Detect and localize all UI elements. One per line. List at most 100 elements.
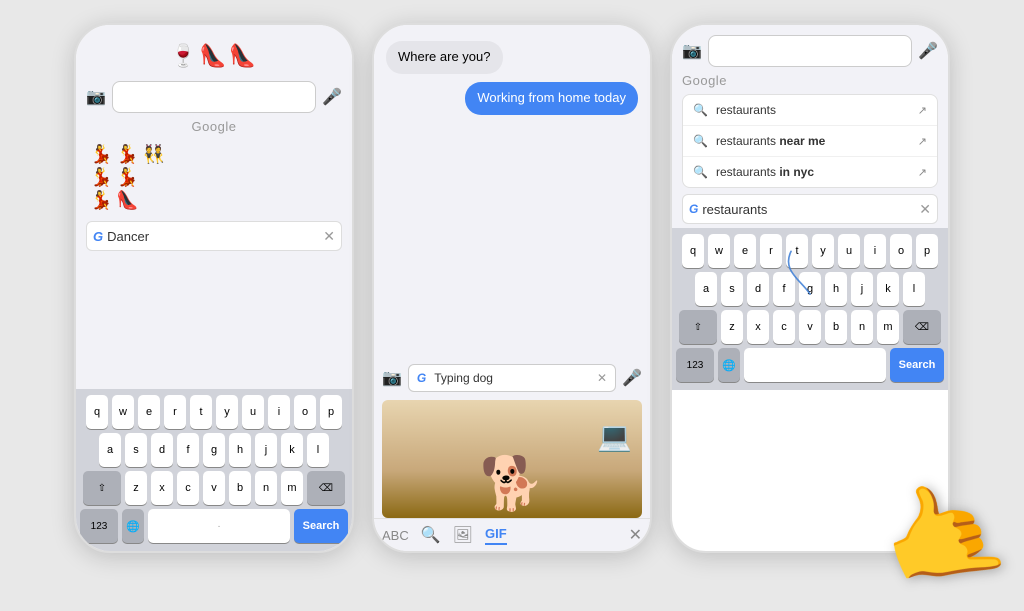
key-p3-globe[interactable]: 🌐 (718, 348, 740, 382)
key-p3-w[interactable]: w (708, 234, 730, 268)
key-p3-c[interactable]: c (773, 310, 795, 344)
key-p3-123[interactable]: 123 (676, 348, 714, 382)
suggestion-item-3[interactable]: 🔍 restaurants in nyc ↗ (683, 157, 937, 187)
bottom-bar-gif-label[interactable]: GIF (485, 526, 507, 545)
clear-query-p3[interactable]: ✕ (919, 201, 931, 218)
key-p3-q[interactable]: q (682, 234, 704, 268)
key-p3-s[interactable]: s (721, 272, 743, 306)
key-globe[interactable]: 🌐 (122, 509, 144, 543)
bottom-bar-abc-label[interactable]: ABC (382, 528, 409, 543)
key-v[interactable]: v (203, 471, 225, 505)
key-p3-t[interactable]: t (786, 234, 808, 268)
key-o[interactable]: o (294, 395, 316, 429)
key-x[interactable]: x (151, 471, 173, 505)
key-p3-shift[interactable]: ⇧ (679, 310, 717, 344)
emoji-item[interactable]: 👠 (116, 190, 138, 211)
key-b[interactable]: b (229, 471, 251, 505)
key-p3-h[interactable]: h (825, 272, 847, 306)
bottom-bar-close-icon[interactable]: ✕ (629, 525, 642, 545)
key-p3-u[interactable]: u (838, 234, 860, 268)
mic-icon-p3[interactable]: 🎤 (918, 41, 938, 61)
key-p3-g[interactable]: g (799, 272, 821, 306)
key-l[interactable]: l (307, 433, 329, 467)
key-u[interactable]: u (242, 395, 264, 429)
key-g[interactable]: g (203, 433, 225, 467)
suggestion-item-1[interactable]: 🔍 restaurants ↗ (683, 95, 937, 126)
key-i[interactable]: i (268, 395, 290, 429)
key-p3-v[interactable]: v (799, 310, 821, 344)
gboard-query-row[interactable]: G Dancer ✕ (86, 221, 342, 251)
phone3-search-bar[interactable] (708, 35, 912, 67)
bottom-bar-search-icon[interactable]: 🔍 (421, 525, 441, 545)
key-shift[interactable]: ⇧ (83, 471, 121, 505)
key-j[interactable]: j (255, 433, 277, 467)
phone3-gboard-query[interactable]: G restaurants ✕ (682, 194, 938, 224)
clear-query-p2[interactable]: ✕ (597, 371, 607, 385)
key-k[interactable]: k (281, 433, 303, 467)
key-p3-m[interactable]: m (877, 310, 899, 344)
key-p[interactable]: p (320, 395, 342, 429)
key-p3-backspace[interactable]: ⌫ (903, 310, 941, 344)
phone-3-frame: 📷 🎤 Google 🔍 restaurants ↗ 🔍 restaurants… (670, 23, 950, 553)
key-w[interactable]: w (112, 395, 134, 429)
key-r[interactable]: r (164, 395, 186, 429)
key-backspace[interactable]: ⌫ (307, 471, 345, 505)
suggestions-list: 🔍 restaurants ↗ 🔍 restaurants near me ↗ … (682, 94, 938, 188)
key-p3-y[interactable]: y (812, 234, 834, 268)
phone3-typed-text[interactable]: restaurants (702, 202, 919, 217)
key-t[interactable]: t (190, 395, 212, 429)
key-space[interactable]: · (148, 509, 290, 543)
key-h[interactable]: h (229, 433, 251, 467)
emoji-item[interactable]: 💃 (116, 144, 138, 165)
phone3-search-button[interactable]: Search (890, 348, 944, 382)
emoji-item[interactable]: 👯 (143, 144, 165, 165)
search-button[interactable]: Search (294, 509, 348, 543)
key-a[interactable]: a (99, 433, 121, 467)
key-p3-z[interactable]: z (721, 310, 743, 344)
key-c[interactable]: c (177, 471, 199, 505)
key-e[interactable]: e (138, 395, 160, 429)
phone1-search-bar[interactable] (112, 81, 316, 113)
key-p3-e[interactable]: e (734, 234, 756, 268)
camera-icon[interactable]: 📷 (86, 87, 106, 107)
key-f[interactable]: f (177, 433, 199, 467)
key-p3-j[interactable]: j (851, 272, 873, 306)
key-p3-l[interactable]: l (903, 272, 925, 306)
key-p3-p[interactable]: p (916, 234, 938, 268)
clear-query-button[interactable]: ✕ (323, 228, 335, 245)
emoji-item[interactable]: 💃 (116, 167, 138, 188)
mic-icon[interactable]: 🎤 (322, 87, 342, 107)
key-123[interactable]: 123 (80, 509, 118, 543)
key-p3-b[interactable]: b (825, 310, 847, 344)
mic-icon-p2[interactable]: 🎤 (622, 368, 642, 388)
key-s[interactable]: s (125, 433, 147, 467)
key-p3-a[interactable]: a (695, 272, 717, 306)
emoji-item[interactable]: 💃 (90, 190, 112, 211)
key-y[interactable]: y (216, 395, 238, 429)
key-p3-space[interactable] (744, 348, 886, 382)
camera-icon-p2[interactable]: 📷 (382, 368, 402, 388)
key-d[interactable]: d (151, 433, 173, 467)
key-p3-d[interactable]: d (747, 272, 769, 306)
phone2-search-row: 📷 G Typing dog ✕ 🎤 (374, 360, 650, 396)
gboard-typed-text[interactable]: Dancer (107, 229, 323, 244)
key-p3-k[interactable]: k (877, 272, 899, 306)
key-p3-i[interactable]: i (864, 234, 886, 268)
emoji-item[interactable]: 💃 (90, 167, 112, 188)
phone2-typed-query[interactable]: Typing dog (434, 371, 597, 385)
key-p3-r[interactable]: r (760, 234, 782, 268)
key-n[interactable]: n (255, 471, 277, 505)
phone1-content-area: 🍷👠👠 📷 🎤 Google 💃 💃 👯 💃 💃 (76, 25, 352, 389)
key-m[interactable]: m (281, 471, 303, 505)
google-g-logo-p2: G (417, 371, 426, 385)
suggestion-item-2[interactable]: 🔍 restaurants near me ↗ (683, 126, 937, 157)
key-z[interactable]: z (125, 471, 147, 505)
key-p3-o[interactable]: o (890, 234, 912, 268)
key-p3-x[interactable]: x (747, 310, 769, 344)
key-p3-f[interactable]: f (773, 272, 795, 306)
bottom-bar-image-icon[interactable]: 🖼 (453, 525, 473, 545)
emoji-item[interactable]: 💃 (90, 144, 112, 165)
key-p3-n[interactable]: n (851, 310, 873, 344)
key-q[interactable]: q (86, 395, 108, 429)
camera-icon-p3[interactable]: 📷 (682, 41, 702, 61)
